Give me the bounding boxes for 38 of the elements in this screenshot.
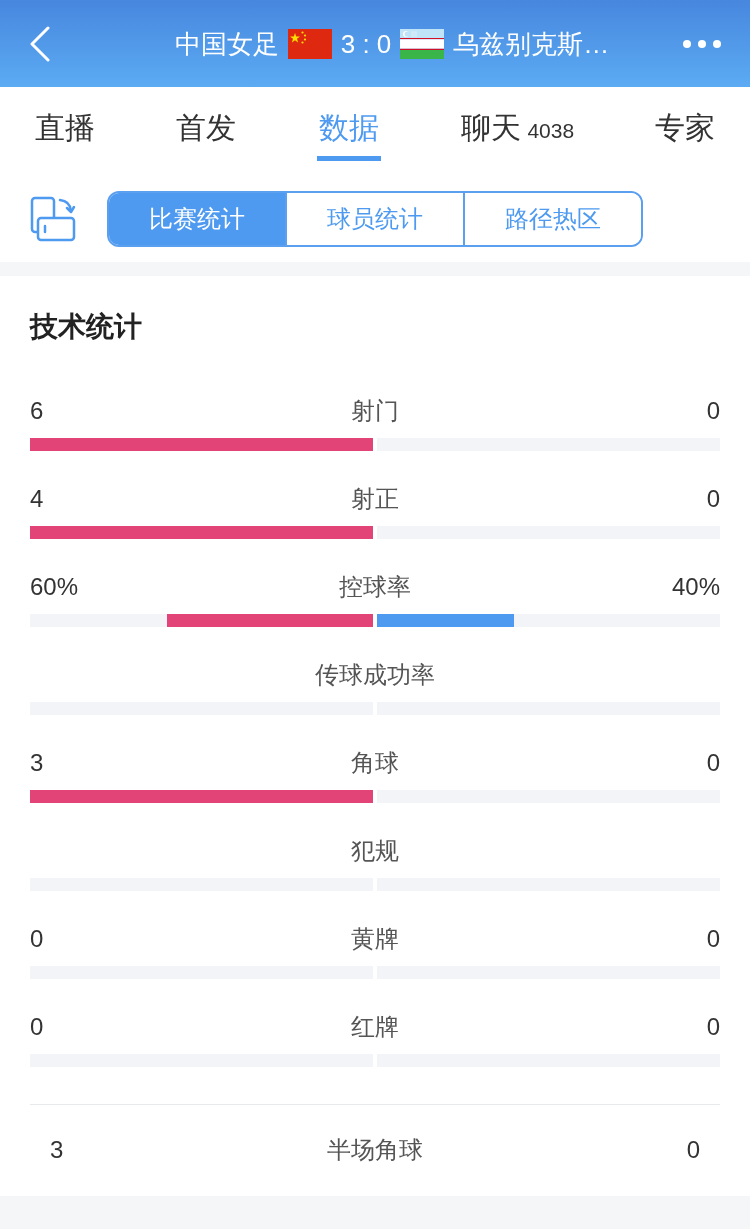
- stat-label: 角球: [351, 748, 399, 778]
- stat-label: 射正: [351, 484, 399, 514]
- tab-underline: [316, 156, 381, 161]
- tab-count: 4038: [527, 118, 575, 144]
- stat-label: 半场角球: [327, 1135, 423, 1165]
- stat-label: 黄牌: [351, 924, 399, 954]
- team-name: 乌兹别克斯…: [453, 27, 610, 60]
- away-value: 0: [706, 484, 720, 514]
- home-value: 6: [30, 396, 44, 426]
- flag-icon: [287, 28, 332, 59]
- away-value: 0: [706, 1012, 720, 1042]
- nav-tab[interactable]: 首发: [175, 87, 236, 175]
- away-value: 0: [706, 924, 720, 954]
- away-value: 0: [686, 1135, 700, 1165]
- team-name: 中国女足: [174, 27, 279, 60]
- stat-label: 传球成功率: [315, 660, 435, 690]
- home-value: 0: [30, 1012, 44, 1042]
- home-value: 4: [30, 484, 44, 514]
- rotate-screen-icon[interactable]: [30, 195, 76, 242]
- stat-label: 控球率: [339, 572, 411, 602]
- away-value: 0: [706, 748, 720, 778]
- nav-tab[interactable]: 直播: [35, 87, 95, 175]
- stat-label: 犯规: [351, 836, 399, 866]
- home-value: 60%: [30, 572, 79, 602]
- home-value: 0: [30, 924, 44, 954]
- match-score: 3 : 0: [340, 27, 392, 60]
- stat-label: 射门: [351, 396, 399, 426]
- away-value: 0: [706, 396, 720, 426]
- nav-tab[interactable]: 聊天 4038: [461, 87, 575, 175]
- away-value: 40%: [671, 572, 720, 602]
- flag-icon: [400, 28, 445, 59]
- home-value: 3: [50, 1135, 64, 1165]
- stat-label: 红牌: [351, 1012, 399, 1042]
- section-title: 技术统计: [30, 312, 143, 342]
- more-icon[interactable]: [682, 38, 722, 49]
- nav-tab[interactable]: 专家: [654, 87, 715, 175]
- back-icon[interactable]: [28, 25, 52, 62]
- home-value: 3: [30, 748, 44, 778]
